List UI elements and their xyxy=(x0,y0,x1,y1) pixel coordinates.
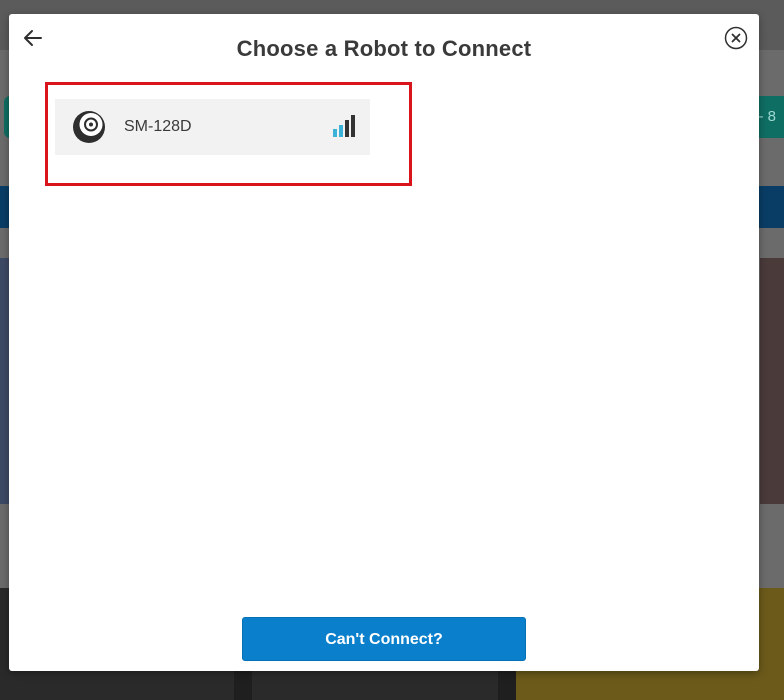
connect-robot-dialog: Choose a Robot to Connect SM-128D Can't … xyxy=(9,14,759,671)
dialog-title: Choose a Robot to Connect xyxy=(236,36,532,61)
robot-list-item[interactable]: SM-128D xyxy=(55,99,370,155)
sphero-robot-icon xyxy=(71,109,107,145)
robot-name: SM-128D xyxy=(124,118,192,135)
close-circle-icon xyxy=(724,26,748,50)
background-card xyxy=(760,258,784,504)
close-button[interactable] xyxy=(724,26,748,50)
cant-connect-button[interactable]: Can't Connect? xyxy=(242,617,526,661)
signal-strength-icon xyxy=(333,115,357,139)
